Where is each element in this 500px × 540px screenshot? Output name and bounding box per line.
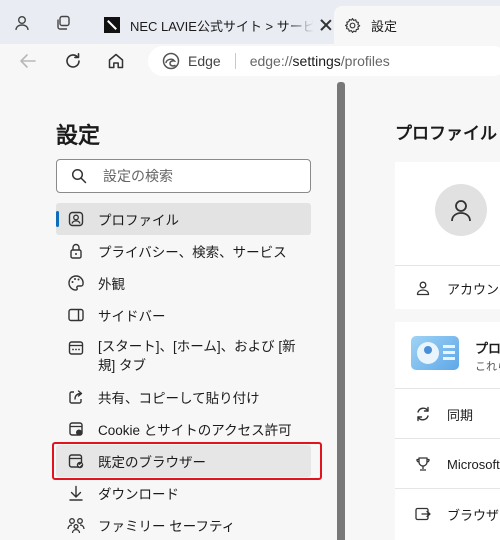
sidebar-item-label: Cookie とサイトのアクセス許可 [98,423,292,438]
download-icon [66,483,86,503]
toolbar: Edge edge://settings/profiles [0,44,500,78]
sidebar-item-label: 外観 [98,277,125,292]
sidebar-item-default-browser[interactable]: 既定のブラウザー [56,445,311,477]
settings-page: 設定 プロファイル プライバシー、検索、サービス [0,78,500,540]
row-label: アカウント [447,281,500,297]
nec-favicon-icon [104,17,120,33]
divider [395,388,500,389]
settings-nav: プロファイル プライバシー、検索、サービス 外観 サイドバー [スタート]、[ホ… [56,203,311,540]
tab-bar: NEC LAVIE公式サイト > サービス&サポート 設定 [0,0,500,44]
back-button[interactable] [16,50,40,72]
main-content: プロファイル アカウント プロフ これら [345,78,500,540]
search-icon [71,168,87,184]
sidebar-item-label: プロファイル [98,213,179,228]
row-label: 同期 [447,407,474,423]
sync-card: プロフ これら 同期 Microsoft ブラウ [395,322,500,540]
cookie-permissions-icon [66,419,86,439]
gear-icon [344,17,361,34]
sidebar-item-cookies-permissions[interactable]: Cookie とサイトのアクセス許可 [56,413,311,445]
page-title: 設定 [56,123,101,148]
divider [395,488,500,489]
import-icon [413,504,433,524]
row-label: ブラウザー [447,507,500,523]
sidebar-scrollbar[interactable] [337,82,345,540]
sidebar-item-family-safety[interactable]: ファミリー セーフティ [56,509,311,540]
divider [395,265,500,266]
sidebar-item-label: サイドバー [98,309,166,324]
url-rest: /profiles [340,53,390,69]
close-icon[interactable] [318,17,334,33]
settings-sidebar: 設定 プロファイル プライバシー、検索、サービス [6,82,337,540]
default-browser-icon [66,451,86,471]
profile-avatar-icon[interactable] [11,12,33,34]
sidebar-item-privacy[interactable]: プライバシー、検索、サービス [56,235,311,267]
home-tabs-icon [66,338,86,358]
sidebar-icon [66,305,86,325]
sidebar-item-label: ダウンロード [98,487,179,502]
account-row[interactable]: アカウント [395,274,500,302]
promo-title: プロフ [475,341,500,356]
sync-row[interactable]: 同期 [395,398,500,430]
sidebar-item-profiles[interactable]: プロファイル [56,203,311,235]
site-label: Edge [188,53,221,69]
tab-settings[interactable]: 設定 [334,6,500,44]
sidebar-item-downloads[interactable]: ダウンロード [56,477,311,509]
sync-illustration-icon [411,336,459,370]
search-input[interactable] [103,168,283,184]
sidebar-item-label: [スタート]、[ホーム]、および [新規] タブ [98,339,296,373]
refresh-button[interactable] [61,50,85,72]
tab-title: 設定 [371,18,398,34]
search-box[interactable] [56,159,311,193]
profile-icon [66,209,86,229]
sidebar-item-share-copy-paste[interactable]: 共有、コピーして貼り付け [56,381,311,413]
rewards-row[interactable]: Microsoft [395,448,500,480]
tab-nec[interactable]: NEC LAVIE公式サイト > サービス&サポート [92,6,334,44]
url-path: settings [292,53,341,69]
workspaces-icon[interactable] [52,12,74,34]
sidebar-item-label: 共有、コピーして貼り付け [98,391,260,406]
row-label: Microsoft [447,456,500,472]
address-bar[interactable]: Edge edge://settings/profiles [148,46,500,76]
palette-icon [66,273,86,293]
sidebar-item-appearance[interactable]: 外観 [56,267,311,299]
tab-title: NEC LAVIE公式サイト > サービス&サポート [130,18,314,34]
sidebar-item-sidebar[interactable]: サイドバー [56,299,311,331]
sidebar-item-start-home-tabs[interactable]: [スタート]、[ホーム]、および [新規] タブ [56,331,311,381]
profile-card: アカウント [395,162,500,309]
section-title: プロファイル [395,124,497,143]
person-icon [413,278,433,298]
promo-subtitle: これら [475,361,500,373]
sidebar-item-label: ファミリー セーフティ [98,519,236,534]
divider [234,53,236,69]
sidebar-item-label: プライバシー、検索、サービス [98,245,287,260]
rewards-icon [413,454,433,474]
sidebar-item-label: 既定のブラウザー [98,455,206,470]
edge-logo-icon [162,52,180,70]
avatar[interactable] [435,184,487,236]
divider [395,438,500,439]
import-row[interactable]: ブラウザー [395,498,500,530]
sync-icon [413,404,433,424]
lock-icon [66,241,86,261]
home-button[interactable] [104,50,128,72]
share-icon [66,387,86,407]
url-scheme: edge:// [249,53,293,69]
family-icon [66,515,86,535]
